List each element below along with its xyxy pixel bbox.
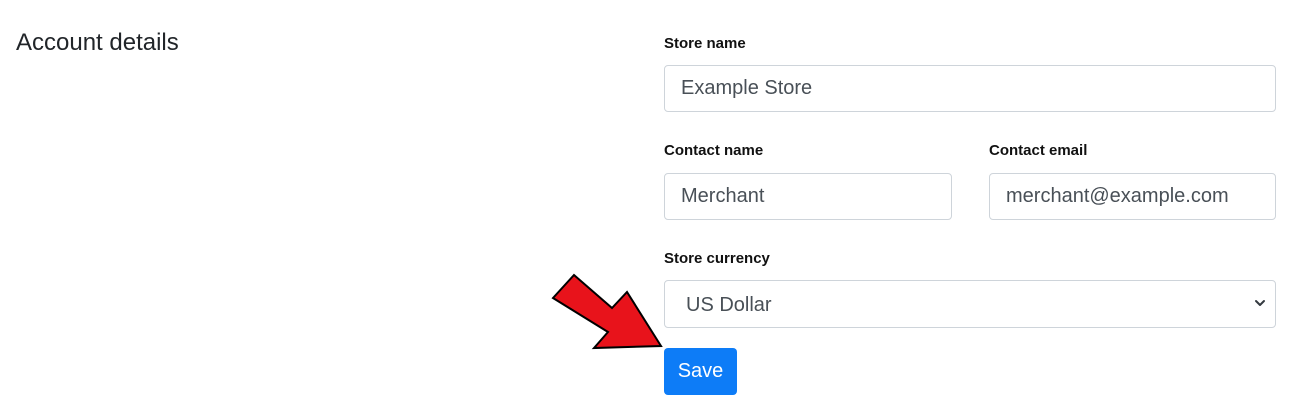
store-currency-value: US Dollar <box>686 294 772 316</box>
account-details-form: Store name Contact name Contact email St… <box>664 0 1276 420</box>
contact-name-input[interactable] <box>664 173 952 220</box>
chevron-down-icon <box>1255 300 1265 306</box>
save-button[interactable]: Save <box>664 348 737 395</box>
contact-email-label: Contact email <box>989 142 1088 159</box>
section-title: Account details <box>16 29 179 56</box>
store-currency-label: Store currency <box>664 250 770 267</box>
contact-name-label: Contact name <box>664 142 764 159</box>
store-name-label: Store name <box>664 35 746 52</box>
contact-email-input[interactable] <box>989 173 1276 220</box>
store-name-input[interactable] <box>664 65 1276 112</box>
arrow-pointer-icon <box>551 273 663 350</box>
store-currency-select[interactable]: US Dollar <box>664 280 1276 328</box>
